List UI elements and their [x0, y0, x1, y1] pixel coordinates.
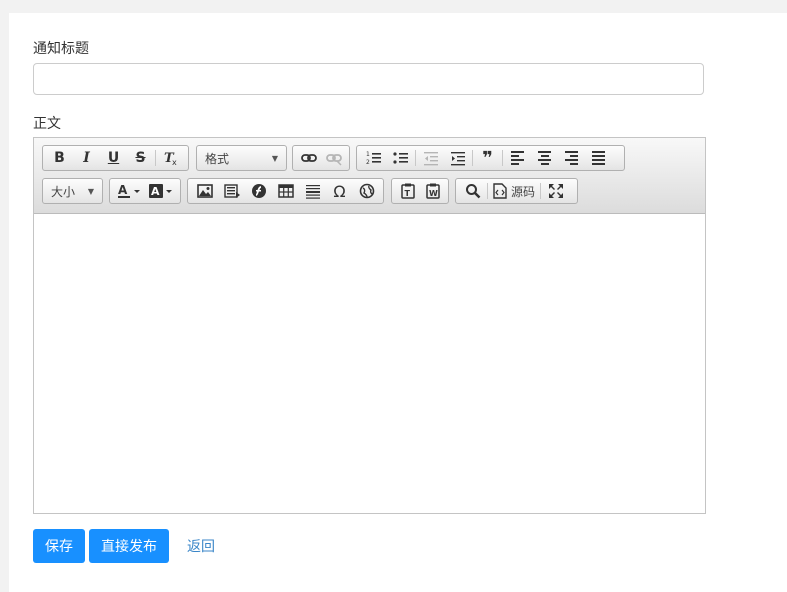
- omega-icon: Ω: [333, 181, 346, 201]
- special-char-button[interactable]: Ω: [326, 180, 353, 202]
- svg-text:A: A: [151, 185, 160, 198]
- search-icon: [465, 184, 480, 199]
- numbered-list-icon: 12: [366, 151, 381, 166]
- table-button[interactable]: [272, 180, 299, 202]
- publish-button[interactable]: 直接发布: [89, 529, 169, 563]
- paste-word-button[interactable]: W: [420, 180, 445, 202]
- image-button[interactable]: [191, 180, 218, 202]
- flash-button[interactable]: [218, 180, 245, 202]
- basic-styles-group: B I U S Tx: [42, 145, 189, 171]
- align-center-button[interactable]: [531, 147, 558, 169]
- form-actions: 保存 直接发布 返回: [33, 529, 215, 563]
- format-dropdown[interactable]: 格式 ▼: [196, 145, 287, 171]
- separator: [487, 183, 488, 199]
- form-panel: 通知标题 正文 B I U S Tx 格式 ▼ 1 2 ❞ 大小 ▼ A A Ω…: [9, 13, 787, 592]
- paste-word-icon: W: [425, 183, 440, 199]
- indent-button[interactable]: [444, 147, 471, 169]
- underline-button[interactable]: U: [100, 147, 127, 169]
- remove-format-icon: Tx: [164, 151, 177, 166]
- bold-button[interactable]: B: [46, 147, 73, 169]
- unlink-icon: [325, 154, 342, 166]
- unlink-button[interactable]: [321, 147, 346, 169]
- link-group: [292, 145, 350, 171]
- link-button[interactable]: [296, 147, 321, 169]
- size-dropdown-label: 大小: [51, 184, 76, 199]
- text-color-icon: A: [118, 183, 140, 198]
- blockquote-button[interactable]: ❞: [474, 147, 501, 169]
- paste-text-icon: T: [400, 183, 415, 199]
- horizontal-rule-icon: [305, 185, 320, 199]
- size-dropdown[interactable]: 大小 ▼: [42, 178, 103, 204]
- outdent-button[interactable]: [417, 147, 444, 169]
- italic-button[interactable]: I: [73, 147, 100, 169]
- strikethrough-button[interactable]: S: [127, 147, 154, 169]
- text-color-button[interactable]: A: [113, 180, 145, 202]
- svg-text:x: x: [172, 158, 177, 166]
- flash-icon: [251, 184, 266, 198]
- align-center-icon: [538, 151, 551, 165]
- body-label: 正文: [33, 116, 61, 132]
- background-color-icon: A: [149, 184, 172, 198]
- remove-format-button[interactable]: Tx: [157, 147, 184, 169]
- insert-group: Ω: [187, 178, 384, 204]
- paste-text-button[interactable]: T: [395, 180, 420, 202]
- bulleted-list-button[interactable]: [387, 147, 414, 169]
- chevron-down-icon: ▼: [271, 153, 278, 163]
- format-dropdown-label: 格式: [205, 151, 230, 166]
- background-color-button[interactable]: A: [145, 180, 177, 202]
- source-icon: [493, 183, 507, 199]
- svg-text:2: 2: [366, 159, 370, 166]
- svg-text:W: W: [429, 189, 438, 198]
- media-icon: [223, 184, 240, 198]
- editor-content-area[interactable]: [34, 214, 705, 513]
- flash-embed-button[interactable]: [245, 180, 272, 202]
- table-icon: [277, 184, 294, 198]
- separator: [472, 150, 473, 166]
- maximize-button[interactable]: [542, 180, 569, 202]
- editor-toolbar: B I U S Tx 格式 ▼ 1 2 ❞ 大小 ▼ A A Ω T W 源码: [34, 138, 705, 214]
- svg-text:1: 1: [366, 151, 370, 158]
- image-icon: [196, 184, 213, 198]
- save-button[interactable]: 保存: [33, 529, 85, 563]
- paragraph-group: 12 ❞: [356, 145, 625, 171]
- numbered-list-button[interactable]: 12: [360, 147, 387, 169]
- horizontal-rule-button[interactable]: [299, 180, 326, 202]
- maximize-icon: [548, 184, 563, 198]
- outdent-icon: [423, 152, 438, 166]
- justify-button[interactable]: [585, 147, 612, 169]
- title-input[interactable]: [33, 63, 704, 95]
- source-button[interactable]: 源码: [489, 183, 539, 200]
- separator: [540, 183, 542, 199]
- title-label: 通知标题: [33, 41, 89, 57]
- bulleted-list-icon: [392, 152, 408, 164]
- tools-group: 源码: [455, 178, 578, 204]
- separator: [415, 150, 416, 166]
- color-group: A A: [109, 178, 181, 204]
- align-left-icon: [511, 151, 524, 165]
- svg-text:A: A: [118, 183, 128, 197]
- clipboard-group: T W: [391, 178, 449, 204]
- rich-text-editor: B I U S Tx 格式 ▼ 1 2 ❞ 大小 ▼ A A Ω T W 源码: [33, 137, 706, 514]
- back-link[interactable]: 返回: [187, 536, 215, 556]
- chevron-down-icon: ▼: [87, 186, 94, 196]
- source-label: 源码: [511, 184, 536, 199]
- iframe-button[interactable]: [353, 180, 380, 202]
- align-right-icon: [565, 151, 578, 165]
- globe-icon: [359, 183, 374, 199]
- separator: [155, 150, 156, 166]
- justify-icon: [592, 151, 605, 165]
- svg-text:T: T: [404, 189, 410, 198]
- align-right-button[interactable]: [558, 147, 585, 169]
- link-icon: [300, 154, 317, 162]
- quote-icon: ❞: [482, 147, 493, 169]
- align-left-button[interactable]: [504, 147, 531, 169]
- indent-icon: [450, 152, 465, 166]
- find-button[interactable]: [459, 180, 486, 202]
- separator: [502, 150, 503, 166]
